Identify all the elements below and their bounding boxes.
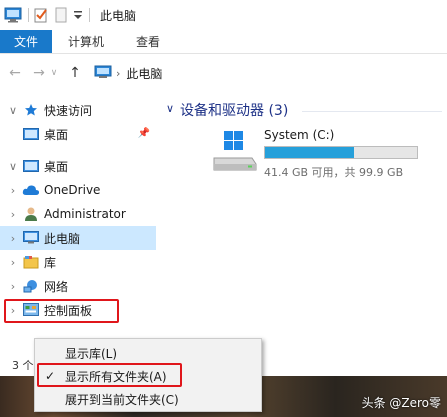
tab-computer[interactable]: 计算机 [52, 30, 120, 53]
nav-item-network[interactable]: › 网络 [0, 274, 156, 298]
library-icon [22, 254, 40, 270]
nav-item-label: Administrator [44, 207, 126, 221]
toolbar-divider [28, 8, 29, 22]
nav-item-desktop[interactable]: ∨ 桌面 [0, 154, 156, 178]
control-panel-icon [22, 302, 40, 318]
computer-icon[interactable] [4, 4, 22, 26]
menu-item-label: 展开到当前文件夹(C) [65, 392, 179, 407]
window-title: 此电脑 [100, 8, 137, 23]
nav-item-library[interactable]: › 库 [0, 250, 156, 274]
computer-icon [22, 230, 40, 246]
forward-arrow-icon[interactable]: → [30, 63, 48, 83]
nav-item-label: 库 [44, 255, 57, 270]
customize-toolbar-dropdown-icon[interactable] [73, 4, 83, 26]
menu-item-label: 显示所有文件夹(A) [65, 369, 167, 384]
recent-locations-chevron-icon[interactable]: ∨ [48, 63, 60, 83]
collapsed-chevron-icon[interactable]: › [6, 256, 20, 269]
nav-item-label: 快速访问 [44, 103, 93, 118]
nav-item-label: 控制面板 [44, 303, 93, 318]
expanded-chevron-icon[interactable]: ∨ [6, 104, 20, 117]
computer-icon [94, 65, 112, 82]
address-row: ← → ∨ ↑ › 此电脑 [0, 54, 447, 92]
desktop-icon [22, 158, 40, 174]
up-arrow-icon[interactable]: ↑ [66, 63, 84, 83]
breadcrumb-this-pc[interactable]: 此电脑 [126, 65, 162, 82]
pin-icon[interactable]: 📌 [138, 128, 150, 139]
collapsed-chevron-icon[interactable]: › [6, 208, 20, 221]
network-icon [22, 278, 40, 294]
checkmark-icon: ✓ [44, 369, 56, 383]
menu-item-show-libraries[interactable]: 显示库(L) [35, 342, 261, 364]
collapsed-chevron-icon[interactable]: › [6, 232, 20, 245]
navigation-pane: ∨ 快速访问 桌面 📌 ∨ 桌面 › OneDrive › Administra… [0, 92, 156, 354]
drive-free-space: 41.4 GB 可用，共 99.9 GB [264, 166, 404, 179]
menu-item-label: 显示库(L) [65, 346, 118, 361]
title-bar: 此电脑 [0, 0, 447, 30]
star-icon [22, 102, 40, 118]
group-divider [302, 111, 442, 112]
properties-icon[interactable] [33, 4, 49, 26]
toolbar-divider [89, 8, 90, 22]
group-collapse-chevron-icon[interactable]: ∨ [166, 102, 174, 115]
nav-item-label: 网络 [44, 279, 69, 294]
quick-access-toolbar [0, 0, 94, 30]
menu-item-show-all-folders[interactable]: ✓ 显示所有文件夹(A) [35, 365, 261, 387]
nav-item-quick-access[interactable]: ∨ 快速访问 [0, 98, 156, 122]
nav-item-desktop-pinned[interactable]: 桌面 📌 [0, 122, 156, 146]
drive-name: System (C:) [264, 128, 335, 142]
expanded-chevron-icon[interactable]: ∨ [6, 160, 20, 173]
tab-file[interactable]: 文件 [0, 30, 52, 53]
collapsed-chevron-icon[interactable]: › [6, 184, 20, 197]
nav-item-this-pc[interactable]: › 此电脑 [0, 226, 156, 250]
address-bar[interactable]: › 此电脑 [90, 62, 447, 84]
tab-view[interactable]: 查看 [120, 30, 176, 53]
desktop-icon [22, 126, 40, 142]
drive-usage-bar [264, 146, 418, 159]
watermark-text: 头条 @Zero零 [361, 396, 441, 410]
content-pane: ∨ 设备和驱动器 (3) System (C:) 41.4 GB 可用，共 99… [162, 92, 447, 354]
nav-item-label: 此电脑 [44, 231, 81, 246]
item-count: 3 个 [12, 359, 34, 372]
nav-item-administrator[interactable]: › Administrator [0, 202, 156, 226]
breadcrumb-separator-icon[interactable]: › [116, 67, 120, 80]
back-arrow-icon[interactable]: ← [6, 63, 24, 83]
nav-item-onedrive[interactable]: › OneDrive [0, 178, 156, 202]
drive-usage-fill [265, 147, 354, 158]
user-icon [22, 206, 40, 222]
collapsed-chevron-icon[interactable]: › [6, 280, 20, 293]
drive-item-c[interactable]: System (C:) 41.4 GB 可用，共 99.9 GB [212, 126, 442, 179]
menu-item-expand-to-current[interactable]: 展开到当前文件夹(C) [35, 388, 261, 410]
context-menu: 显示库(L) ✓ 显示所有文件夹(A) 展开到当前文件夹(C) [34, 338, 262, 412]
drive-windows-icon [212, 130, 258, 177]
collapsed-chevron-icon[interactable]: › [6, 304, 20, 317]
nav-item-label: OneDrive [44, 183, 101, 197]
new-folder-icon[interactable] [53, 4, 69, 26]
ribbon-tabs: 文件 计算机 查看 [0, 30, 447, 54]
nav-item-label: 桌面 [44, 159, 69, 174]
nav-item-control-panel[interactable]: › 控制面板 [0, 298, 156, 322]
nav-item-label: 桌面 [44, 127, 69, 142]
cloud-icon [22, 182, 40, 198]
group-header-devices[interactable]: 设备和驱动器 (3) [180, 100, 288, 120]
